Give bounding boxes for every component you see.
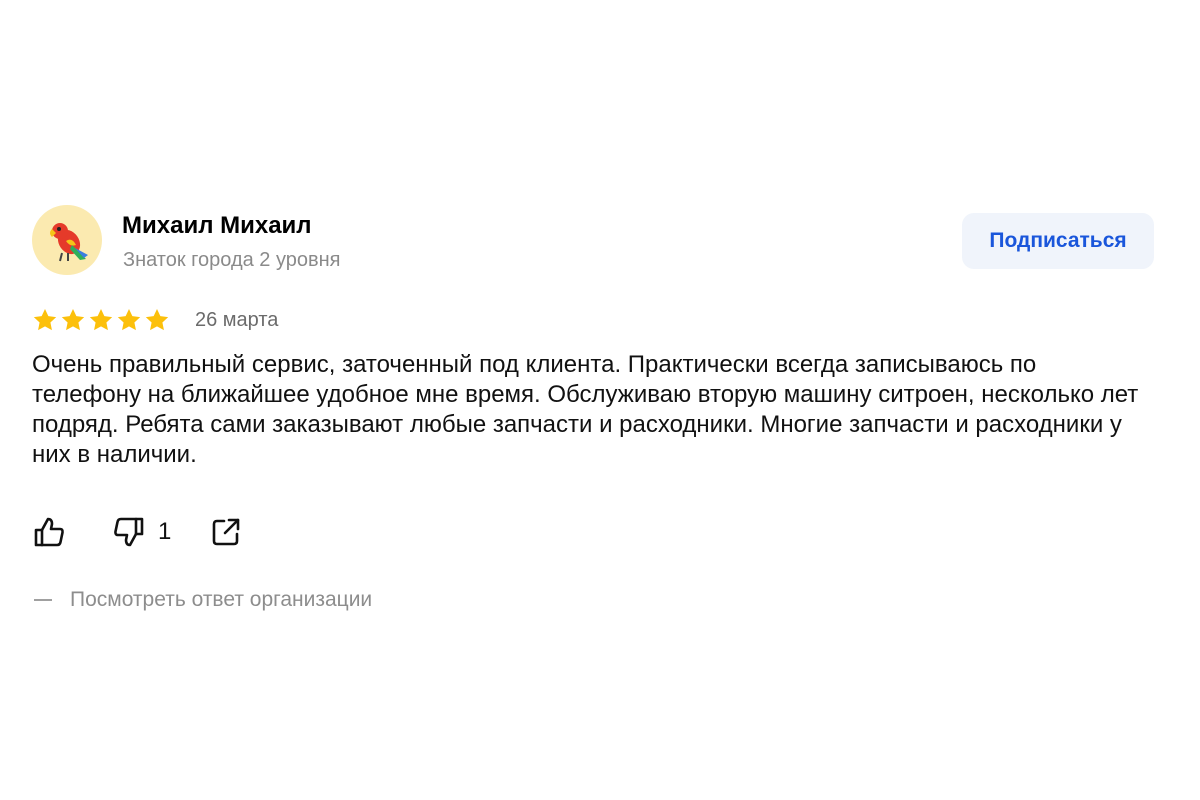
dislike-count: 1 <box>158 518 172 545</box>
parrot-icon <box>50 223 88 262</box>
review-text: Очень правильный сервис, заточенный под … <box>32 351 1139 468</box>
review-header: Михаил Михаил Знаток города 2 уровня Под… <box>32 205 1154 277</box>
dash-divider <box>34 599 52 601</box>
star-icon <box>61 308 85 331</box>
share-icon <box>213 518 240 546</box>
thumbs-down-icon <box>114 517 144 547</box>
like-button[interactable] <box>32 515 66 549</box>
review-card: Михаил Михаил Знаток города 2 уровня Под… <box>32 205 1154 612</box>
avatar[interactable] <box>32 205 102 275</box>
star-icon <box>89 308 113 331</box>
org-answer-label: Посмотреть ответ организации <box>70 588 373 611</box>
star-icon <box>117 308 141 331</box>
author-name[interactable]: Михаил Михаил <box>122 212 312 240</box>
share-button[interactable] <box>209 515 243 549</box>
thumbs-up-icon <box>34 517 64 547</box>
review-date: 26 марта <box>195 308 279 331</box>
rating-stars <box>32 307 170 333</box>
star-icon <box>33 308 57 331</box>
subscribe-button[interactable]: Подписаться <box>962 213 1154 269</box>
author-level: Знаток города 2 уровня <box>123 249 341 271</box>
star-icon <box>145 308 169 331</box>
review-meta: 26 марта <box>32 300 1154 340</box>
review-actions: 1 <box>32 512 1154 552</box>
dislike-button[interactable]: 1 <box>112 515 171 549</box>
org-answer-link[interactable]: Посмотреть ответ организации <box>32 588 1154 612</box>
